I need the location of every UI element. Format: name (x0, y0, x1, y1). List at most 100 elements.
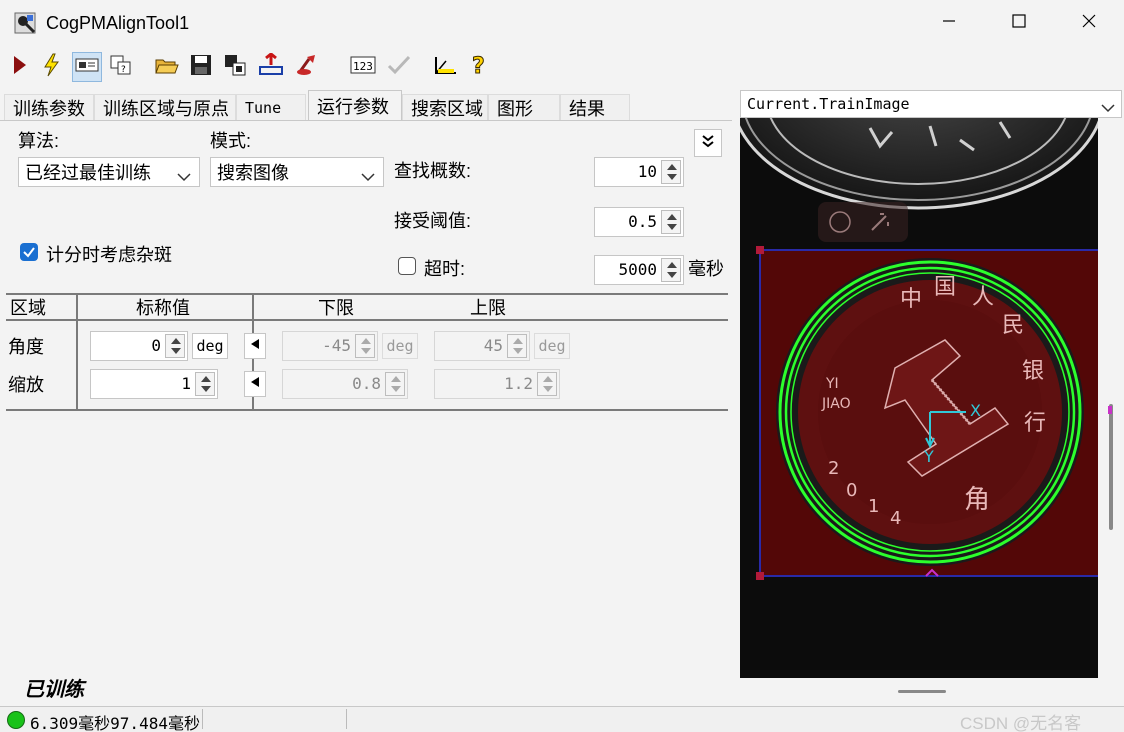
electric-run-icon (41, 53, 61, 82)
import-button[interactable] (256, 51, 286, 82)
up-down-arrows-icon[interactable] (661, 160, 681, 184)
tab-run-params[interactable]: 运行参数 (308, 90, 402, 121)
display-button[interactable] (72, 52, 102, 82)
expand-button[interactable] (694, 129, 722, 157)
up-down-arrows-icon[interactable] (195, 372, 215, 396)
column-header: 上限 (470, 298, 506, 318)
display-icon (75, 56, 99, 79)
angle-low-stepper[interactable]: -45 (282, 331, 378, 361)
angle-nominal-unit[interactable]: deg (192, 333, 228, 359)
minimize-icon (941, 13, 957, 34)
image-view-icon: ? (109, 53, 133, 82)
find-prob-label: 查找概数: (394, 161, 472, 181)
floating-ai-toolbar[interactable] (818, 202, 908, 242)
checkmark-icon (20, 247, 38, 265)
open-folder-button[interactable] (152, 52, 182, 82)
reset-button[interactable] (292, 52, 322, 82)
timeout-label: 超时: (424, 259, 466, 279)
accept-threshold-stepper[interactable]: 0.5 (594, 207, 684, 237)
scale-nominal-stepper[interactable]: 1 (90, 369, 218, 399)
numeric-display-icon: 123 (350, 55, 376, 80)
up-down-arrows-icon[interactable] (537, 372, 557, 396)
numeric-display-button[interactable]: 123 (348, 52, 378, 82)
find-prob-stepper[interactable]: 10 (594, 157, 684, 187)
triangle-left-icon (250, 375, 260, 393)
tab-graphics[interactable]: 图形 (488, 94, 560, 120)
svg-text:1: 1 (868, 496, 879, 517)
status-indicator-icon (7, 711, 25, 729)
algorithm-value: 已经过最佳训练 (25, 163, 151, 183)
timeout-checkbox[interactable] (398, 257, 416, 275)
angle-nominal-stepper[interactable]: 0 (90, 331, 188, 361)
measure-button[interactable] (430, 52, 460, 82)
x-axis-label: X (970, 401, 981, 420)
run-button[interactable] (4, 52, 34, 82)
double-chevron-down-icon (701, 134, 715, 153)
up-down-arrows-icon[interactable] (385, 372, 405, 396)
svg-text:行: 行 (1024, 411, 1046, 436)
angle-low-unit[interactable]: deg (382, 333, 418, 359)
image-view-button[interactable]: ? (106, 52, 136, 82)
image-source-select[interactable]: Current.TrainImage (740, 90, 1122, 118)
mode-select[interactable]: 搜索图像 (210, 157, 384, 187)
chevron-down-icon (177, 166, 191, 187)
train-image-canvas[interactable]: 中 国 人 民 银 行 角 YI JIAO 2 0 1 4 X Y (740, 118, 1098, 678)
tab-search-region[interactable]: 搜索区域 (402, 94, 488, 120)
scale-low-stepper[interactable]: 0.8 (282, 369, 408, 399)
column-header: 标称值 (136, 298, 190, 318)
svg-text:YI: YI (825, 376, 839, 392)
svg-text:银: 银 (1022, 359, 1044, 384)
scroll-thumb[interactable] (1109, 404, 1113, 530)
svg-text:JIAO: JIAO (821, 396, 851, 412)
close-button[interactable] (1054, 0, 1124, 46)
copy-icon (223, 53, 247, 82)
angle-zone-toggle-button[interactable] (244, 333, 266, 359)
measure-icon (432, 53, 458, 82)
algorithm-label: 算法: (18, 131, 60, 151)
divider (6, 319, 728, 321)
scale-zone-toggle-button[interactable] (244, 371, 266, 397)
svg-text:0: 0 (846, 480, 857, 501)
grayed-check-icon (386, 54, 412, 81)
angle-high-stepper[interactable]: 45 (434, 331, 530, 361)
up-down-arrows-icon[interactable] (165, 334, 185, 358)
copy-button[interactable] (220, 52, 250, 82)
column-header: 下限 (318, 298, 354, 318)
tab-train-params[interactable]: 训练参数 (4, 94, 94, 120)
open-folder-icon (155, 55, 179, 80)
up-down-arrows-icon[interactable] (507, 334, 527, 358)
grayed-check-button[interactable] (384, 52, 414, 82)
up-down-arrows-icon[interactable] (661, 210, 681, 234)
electric-run-button[interactable] (36, 52, 66, 82)
maximize-button[interactable] (984, 0, 1054, 46)
timeout-stepper[interactable]: 5000 (594, 255, 684, 285)
tab-train-region-origin[interactable]: 训练区域与原点 (94, 94, 236, 120)
status-bar: 6.309毫秒97.484毫秒 CSDN @无名客 (0, 706, 1124, 732)
tab-strip: 训练参数 训练区域与原点 Tune 运行参数 搜索区域 图形 结果 (0, 90, 732, 121)
horizontal-scroll-thumb[interactable] (898, 690, 946, 693)
region-handle (1108, 406, 1112, 414)
svg-text:中: 中 (900, 287, 922, 312)
algorithm-select[interactable]: 已经过最佳训练 (18, 157, 200, 187)
vertical-scrollbar[interactable] (1100, 118, 1122, 678)
row-label-scale: 缩放 (8, 375, 44, 395)
scale-high-stepper[interactable]: 1.2 (434, 369, 560, 399)
svg-text:民: 民 (1002, 313, 1024, 338)
minimize-button[interactable] (914, 0, 984, 46)
help-button[interactable]: ? (464, 52, 494, 82)
run-params-panel: 算法: 模式: 已经过最佳训练 搜索图像 查找概数: 10 接受阈值: 0.5 … (0, 120, 732, 706)
find-prob-value: 10 (637, 162, 657, 181)
up-down-arrows-icon[interactable] (355, 334, 375, 358)
up-down-arrows-icon[interactable] (661, 258, 681, 282)
maximize-icon (1011, 13, 1027, 34)
tab-label: 训练区域与原点 (103, 98, 229, 119)
svg-text:角: 角 (964, 485, 990, 515)
tab-results[interactable]: 结果 (560, 94, 630, 120)
image-display[interactable]: 中 国 人 民 银 行 角 YI JIAO 2 0 1 4 X Y (740, 118, 1098, 678)
angle-high-unit[interactable]: deg (534, 333, 570, 359)
svg-text:2: 2 (828, 458, 839, 479)
save-button[interactable] (186, 52, 216, 82)
clutter-checkbox[interactable] (20, 243, 38, 261)
tab-tune[interactable]: Tune (236, 94, 306, 120)
divider (6, 409, 728, 411)
